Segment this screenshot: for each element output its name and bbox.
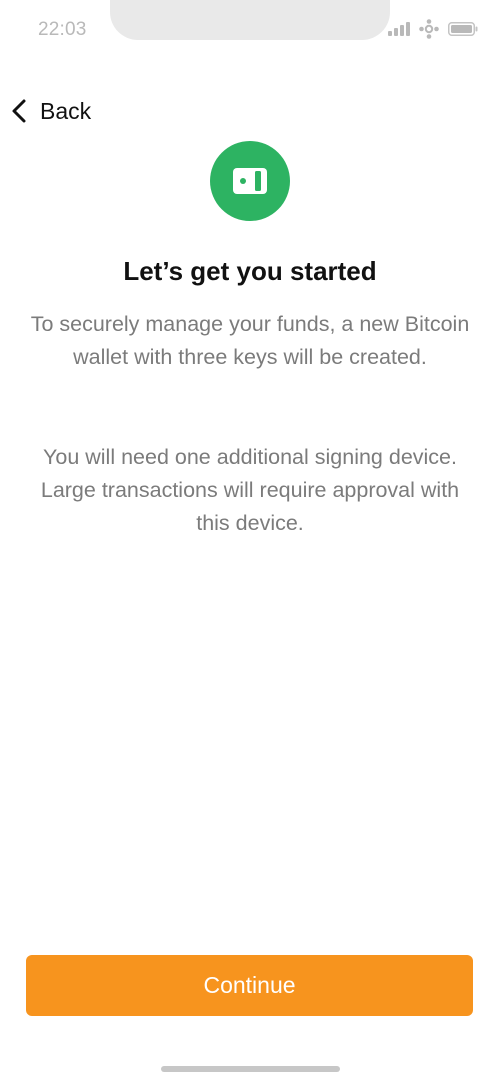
back-label: Back xyxy=(40,97,92,124)
home-indicator xyxy=(161,1066,340,1072)
device-notch xyxy=(110,0,390,40)
back-button[interactable]: Back xyxy=(10,94,91,128)
chevron-left-icon xyxy=(12,99,26,123)
network-icon xyxy=(419,19,439,39)
intro-paragraph: To securely manage your funds, a new Bit… xyxy=(30,312,470,369)
hero-icon-circle xyxy=(210,141,290,221)
signing-device-paragraph: You will need one additional signing dev… xyxy=(40,445,460,535)
hardware-wallet-icon xyxy=(233,168,267,194)
status-time: 22:03 xyxy=(38,19,87,40)
continue-button[interactable]: Continue xyxy=(26,955,473,1016)
status-bar: 22:03 xyxy=(0,0,500,60)
signal-icon xyxy=(388,22,410,36)
battery-icon xyxy=(448,22,478,36)
page-title: Let’s get you started xyxy=(123,256,377,286)
status-icons xyxy=(388,19,478,39)
